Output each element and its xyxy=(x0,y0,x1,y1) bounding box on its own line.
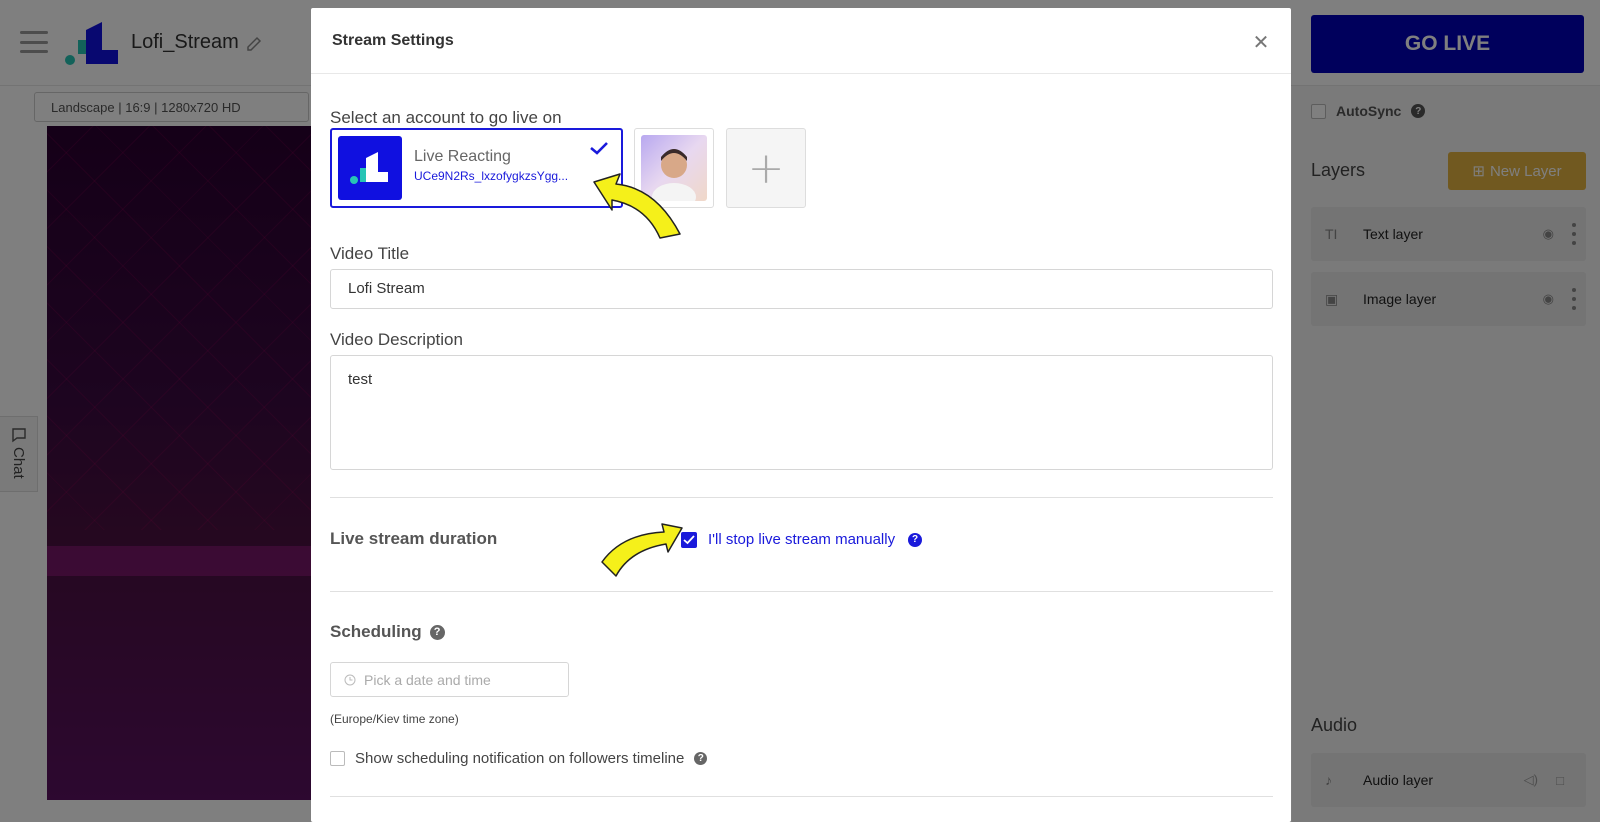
annotation-arrow-icon xyxy=(593,173,681,239)
clock-icon xyxy=(344,674,356,685)
video-title-label: Video Title xyxy=(330,244,410,263)
video-description-textarea[interactable]: test xyxy=(330,355,1273,470)
date-time-picker[interactable]: Pick a date and time xyxy=(330,662,569,697)
stream-settings-modal: Stream Settings ✕ Select an account to g… xyxy=(311,8,1291,822)
account-id: UCe9N2Rs_lxzofygkzsYgg... xyxy=(414,169,569,183)
account-name: Live Reacting xyxy=(414,148,511,165)
app-logo-icon xyxy=(350,152,388,184)
close-icon[interactable]: ✕ xyxy=(1249,30,1273,54)
video-description-label: Video Description xyxy=(330,330,463,349)
scheduling-title: Scheduling xyxy=(330,622,422,641)
add-account-button[interactable]: + xyxy=(726,128,806,208)
notify-label: Show scheduling notification on follower… xyxy=(355,750,685,767)
divider xyxy=(330,796,1273,797)
manual-stop-option[interactable]: I'll stop live stream manually ? xyxy=(681,531,923,548)
modal-header: Stream Settings ✕ xyxy=(311,8,1291,74)
account-section-label: Select an account to go live on xyxy=(330,108,562,127)
help-icon[interactable]: ? xyxy=(429,624,445,640)
account-avatar xyxy=(338,136,402,200)
annotation-arrow-icon xyxy=(601,523,683,577)
date-placeholder: Pick a date and time xyxy=(364,671,491,688)
account-card-selected[interactable]: Live Reacting UCe9N2Rs_lxzofygkzsYgg... xyxy=(330,128,623,208)
notify-option[interactable]: Show scheduling notification on follower… xyxy=(330,750,708,767)
notify-checkbox[interactable] xyxy=(330,751,345,766)
duration-label: Live stream duration xyxy=(330,529,498,548)
divider xyxy=(330,497,1273,498)
scheduling-label: Scheduling ? xyxy=(330,622,445,642)
manual-stop-label: I'll stop live stream manually xyxy=(708,531,896,548)
modal-title: Stream Settings xyxy=(332,32,454,49)
help-icon[interactable]: ? xyxy=(908,532,923,547)
timezone-note: (Europe/Kiev time zone) xyxy=(330,712,459,726)
check-icon xyxy=(590,142,608,155)
help-icon[interactable]: ? xyxy=(694,752,708,765)
video-title-input[interactable]: Lofi Stream xyxy=(330,269,1273,309)
divider xyxy=(330,591,1273,592)
